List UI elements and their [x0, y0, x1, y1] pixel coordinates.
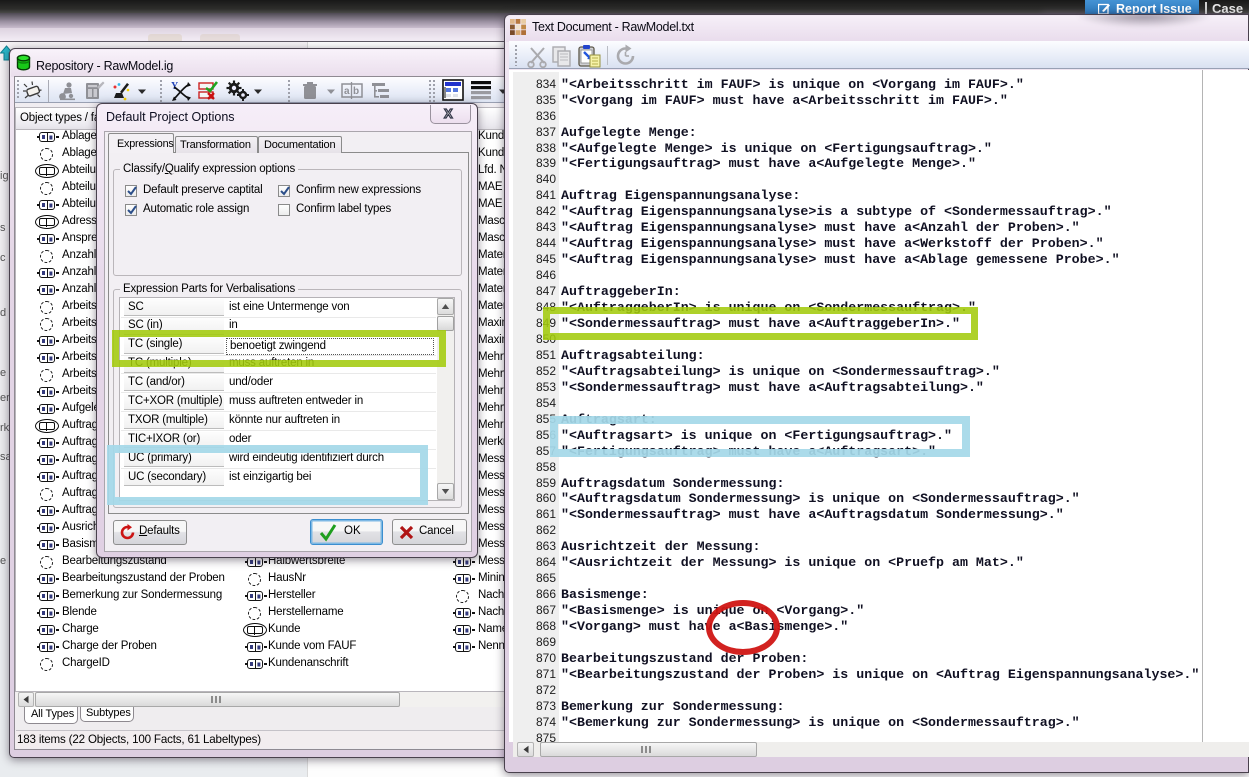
svg-text:b: b: [353, 86, 359, 97]
svg-text:a: a: [344, 86, 350, 97]
